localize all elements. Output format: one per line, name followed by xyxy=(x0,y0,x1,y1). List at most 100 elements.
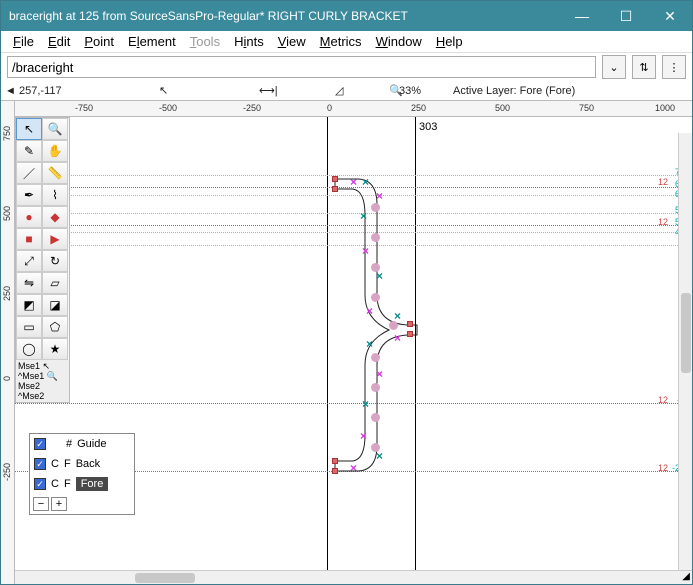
wordlist-menu-button[interactable]: ⌄ xyxy=(602,55,626,79)
oncurve-point[interactable] xyxy=(332,176,338,182)
hvcurve-tool[interactable]: ◆ xyxy=(42,206,68,228)
control-point[interactable]: × xyxy=(376,269,382,275)
oncurve-point[interactable] xyxy=(407,321,413,327)
control-point[interactable]: × xyxy=(360,429,366,435)
menu-point[interactable]: Point xyxy=(78,32,120,51)
skew-tool[interactable]: ▱ xyxy=(42,272,68,294)
smooth-point[interactable] xyxy=(371,293,380,302)
perspective-tool[interactable]: ◪ xyxy=(42,294,68,316)
menu-edit[interactable]: Edit xyxy=(42,32,76,51)
prev-next-button[interactable]: ⇅ xyxy=(632,55,656,79)
rect-tool[interactable]: ▭ xyxy=(16,316,42,338)
menu-hints[interactable]: Hints xyxy=(228,32,270,51)
magnify-tool[interactable]: 🔍 xyxy=(42,118,68,140)
tangent-tool[interactable]: ▶ xyxy=(42,228,68,250)
hand-tool[interactable]: ✋ xyxy=(42,140,68,162)
resize-grip-icon[interactable]: ◢ xyxy=(682,571,690,582)
addpoint-tool[interactable]: ✒ xyxy=(16,184,42,206)
layer-remove-button[interactable]: − xyxy=(33,497,49,511)
poly-tool[interactable]: ⬠ xyxy=(42,316,68,338)
layer-add-button[interactable]: + xyxy=(51,497,67,511)
cut-tool[interactable]: ／ xyxy=(16,162,42,184)
smooth-point[interactable] xyxy=(371,353,380,362)
close-button[interactable]: ✕ xyxy=(648,1,692,31)
layers-panel[interactable]: ✓ # Guide ✓ C F Back ✓ C F xyxy=(29,433,135,515)
freehand-tool[interactable]: ✎ xyxy=(16,140,42,162)
star-tool[interactable]: ★ xyxy=(42,338,68,360)
pointer-icon: ↖ xyxy=(24,122,34,136)
menu-help[interactable]: Help xyxy=(430,32,469,51)
coord-readout: 257,-117 xyxy=(19,85,62,97)
control-point[interactable]: × xyxy=(366,304,372,310)
pen-icon: ✒ xyxy=(24,188,34,202)
control-point[interactable]: × xyxy=(350,461,356,467)
titlebar[interactable]: braceright at 125 from SourceSansPro-Reg… xyxy=(1,1,692,31)
knife-icon: ／ xyxy=(23,165,35,182)
vertical-scrollbar[interactable] xyxy=(678,133,692,570)
rotate-icon: ↻ xyxy=(50,254,60,268)
ruler-tool[interactable]: 📏 xyxy=(42,162,68,184)
control-point[interactable]: × xyxy=(376,189,382,195)
vruler-tick: -250 xyxy=(2,463,12,481)
minimize-button[interactable]: — xyxy=(560,1,604,31)
history-button[interactable]: ⋮ xyxy=(662,55,686,79)
menu-window[interactable]: Window xyxy=(370,32,428,51)
oncurve-point[interactable] xyxy=(332,186,338,192)
rotate3d-tool[interactable]: ◩ xyxy=(16,294,42,316)
wordlist-bar: ⌄ ⇅ ⋮ xyxy=(1,53,692,81)
ellipse-tool[interactable]: ◯ xyxy=(16,338,42,360)
glyph-canvas[interactable]: ↖ 🔍 ✎ ✋ ／ 📏 ✒ ⌇ xyxy=(15,117,692,570)
layer-visible-checkbox[interactable]: ✓ xyxy=(34,478,46,490)
control-point[interactable]: × xyxy=(362,244,368,250)
flip-tool[interactable]: ⇋ xyxy=(16,272,42,294)
pointer-tool[interactable]: ↖ xyxy=(16,118,42,140)
control-point[interactable]: × xyxy=(362,397,368,403)
hruler-tick: 1000 xyxy=(655,103,675,113)
smooth-point[interactable] xyxy=(371,203,380,212)
layer-visible-checkbox[interactable]: ✓ xyxy=(34,458,46,470)
rotate-tool[interactable]: ↻ xyxy=(42,250,68,272)
star-icon: ⬠ xyxy=(50,320,60,334)
control-point[interactable]: × xyxy=(360,209,366,215)
oncurve-point[interactable] xyxy=(332,458,338,464)
control-point[interactable]: × xyxy=(376,367,382,373)
control-point[interactable]: × xyxy=(394,309,400,315)
control-point[interactable]: × xyxy=(366,337,372,343)
control-point[interactable]: × xyxy=(350,175,356,181)
hruler-tick: -500 xyxy=(159,103,177,113)
menu-element[interactable]: Element xyxy=(122,32,182,51)
corner-tool[interactable]: ■ xyxy=(16,228,42,250)
ellipse-icon: ◯ xyxy=(22,342,35,356)
vertical-ruler[interactable]: 750 500 250 0 -250 xyxy=(1,101,15,584)
layer-visible-checkbox[interactable]: ✓ xyxy=(34,438,46,450)
menu-view[interactable]: View xyxy=(272,32,312,51)
curve-tool[interactable]: ● xyxy=(16,206,42,228)
skew-icon: ▱ xyxy=(50,276,59,290)
horizontal-ruler[interactable]: -750 -500 -250 0 250 500 750 1000 xyxy=(15,101,692,117)
smooth-point[interactable] xyxy=(371,383,380,392)
spiro-tool[interactable]: ⌇ xyxy=(42,184,68,206)
scroll-thumb[interactable] xyxy=(681,293,691,373)
oncurve-point[interactable] xyxy=(407,331,413,337)
control-point[interactable]: × xyxy=(376,449,382,455)
maximize-button[interactable]: ☐ xyxy=(604,1,648,31)
menu-metrics[interactable]: Metrics xyxy=(314,32,368,51)
horizontal-scrollbar[interactable]: ◢ xyxy=(15,570,692,584)
hvcurve-icon: ◆ xyxy=(50,210,59,224)
oncurve-point[interactable] xyxy=(332,468,338,474)
smooth-point[interactable] xyxy=(371,413,380,422)
wordlist-input[interactable] xyxy=(7,56,596,78)
layer-guide-row[interactable]: ✓ # Guide xyxy=(30,434,134,454)
control-point[interactable]: × xyxy=(362,175,368,181)
menu-file[interactable]: File xyxy=(7,32,40,51)
tool-palette[interactable]: ↖ 🔍 ✎ ✋ ／ 📏 ✒ ⌇ xyxy=(15,117,70,403)
infobar: ◄ 257,-117 ↖ ⟷| ◿ 🔍 33% Active Layer: Fo… xyxy=(1,81,692,101)
control-point[interactable]: × xyxy=(394,331,400,337)
layer-fore-row[interactable]: ✓ C F Fore xyxy=(30,474,134,494)
back-icon[interactable]: ◄ xyxy=(5,85,16,97)
scale-tool[interactable]: ⤢ xyxy=(16,250,42,272)
mouse-layer-labels: Mse1 ↖ ^Mse1 🔍 Mse2 ^Mse2 xyxy=(16,360,69,402)
scroll-thumb[interactable] xyxy=(135,573,195,583)
layer-back-row[interactable]: ✓ C F Back xyxy=(30,454,134,474)
smooth-point[interactable] xyxy=(371,233,380,242)
